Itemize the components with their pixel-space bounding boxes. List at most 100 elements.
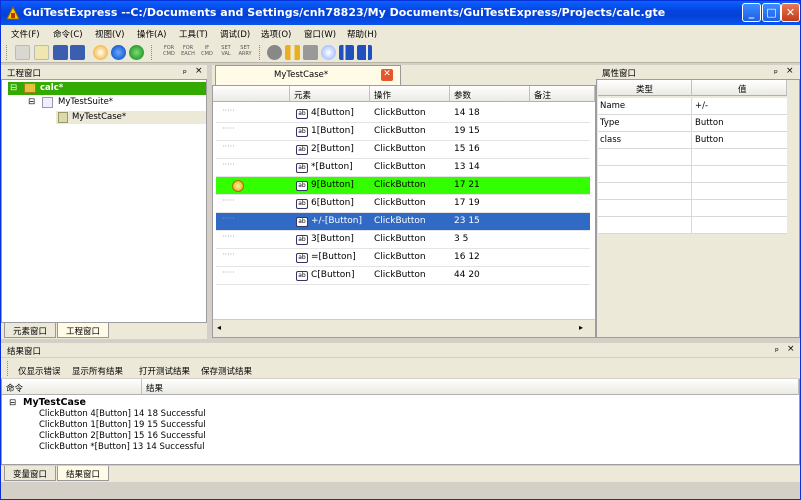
title-bar[interactable]: GuiTestExpress --C:/Documents and Settin…: [1, 1, 800, 25]
tree-line: ·····: [222, 232, 235, 241]
tree-suite[interactable]: MyTestSuite*: [58, 97, 113, 107]
tree-case[interactable]: MyTestCase*: [72, 112, 126, 122]
save-icon[interactable]: [53, 45, 68, 60]
tree-root[interactable]: calc*: [40, 83, 63, 93]
new-icon[interactable]: [15, 45, 30, 60]
row-params: 44 20: [454, 270, 480, 280]
step-end-icon[interactable]: [357, 45, 372, 60]
property-value[interactable]: Button: [695, 118, 723, 128]
menu-file[interactable]: 文件(F): [11, 28, 40, 40]
horizontal-scrollbar[interactable]: ◂ ▸: [213, 319, 595, 337]
button-element-icon: ab: [296, 199, 308, 209]
toolbar-grip[interactable]: [7, 361, 10, 376]
debug-icon[interactable]: [267, 45, 282, 60]
close-icon[interactable]: ×: [787, 344, 795, 354]
tree-collapse-icon[interactable]: ⊟: [10, 83, 17, 93]
only-errors-button[interactable]: 仅显示错误: [18, 365, 61, 377]
tab-elements[interactable]: 元素窗口: [4, 323, 57, 338]
open-results-button[interactable]: 打开测试结果: [139, 365, 190, 377]
menu-command[interactable]: 命令(C): [53, 28, 83, 40]
result-line[interactable]: ClickButton 1[Button] 19 15 Successful: [39, 420, 206, 430]
tree-line: ·····: [222, 106, 235, 115]
result-line[interactable]: ClickButton 4[Button] 14 18 Successful: [39, 409, 206, 419]
menu-window[interactable]: 窗口(W): [304, 28, 336, 40]
table-row[interactable]: ····· ab 1[Button] ClickButton 19 15: [216, 123, 590, 141]
table-row[interactable]: ····· ab C[Button] ClickButton 44 20: [216, 267, 590, 285]
step-icon[interactable]: [321, 45, 336, 60]
property-row[interactable]: [598, 217, 787, 234]
table-row[interactable]: ····· ab =[Button] ClickButton 16 12: [216, 249, 590, 267]
step-over-icon[interactable]: [339, 45, 354, 60]
set-arry-button[interactable]: SET ARRY: [237, 45, 253, 57]
button-element-icon: ab: [296, 235, 308, 245]
run-icon[interactable]: [129, 45, 144, 60]
col-notes[interactable]: 备注: [530, 86, 595, 102]
editor-tab[interactable]: MyTestCase* ✕: [215, 65, 401, 85]
result-group[interactable]: MyTestCase: [23, 397, 86, 408]
close-icon[interactable]: ×: [195, 66, 203, 76]
if-cmd-button[interactable]: IF CMD: [199, 45, 215, 57]
col-element[interactable]: 元素: [290, 86, 370, 102]
menu-action[interactable]: 操作(A): [137, 28, 166, 40]
pin-icon[interactable]: ₚ: [183, 66, 187, 76]
property-row[interactable]: class Button: [598, 132, 787, 149]
toolbar-grip[interactable]: [6, 45, 9, 60]
pin-icon[interactable]: ₚ: [774, 66, 778, 76]
close-icon[interactable]: ×: [786, 66, 794, 76]
col-params[interactable]: 参数: [450, 86, 530, 102]
pause-icon[interactable]: [285, 45, 300, 60]
save-results-button[interactable]: 保存测试结果: [201, 365, 252, 377]
stop-icon[interactable]: [303, 45, 318, 60]
property-row[interactable]: Type Button: [598, 115, 787, 132]
col-action[interactable]: 操作: [370, 86, 450, 102]
tab-variables[interactable]: 变量窗口: [4, 466, 57, 481]
breakpoint-icon[interactable]: [232, 180, 244, 192]
toolbar-grip-2[interactable]: [151, 45, 154, 60]
close-button[interactable]: ✕: [781, 3, 800, 22]
for-each-button[interactable]: FOR EACH: [180, 45, 196, 57]
table-row[interactable]: ····· ab 6[Button] ClickButton 17 19: [216, 195, 590, 213]
table-row[interactable]: ····· ab *[Button] ClickButton 13 14: [216, 159, 590, 177]
menu-tools[interactable]: 工具(T): [179, 28, 208, 40]
open-icon[interactable]: [34, 45, 49, 60]
scroll-left-icon[interactable]: ◂: [217, 323, 221, 332]
toolbar-grip-3[interactable]: [259, 45, 262, 60]
col-result[interactable]: 结果: [142, 379, 799, 395]
table-row[interactable]: ····· ab +/-[Button] ClickButton 23 15: [216, 213, 590, 231]
set-val-button[interactable]: SET VAL: [218, 45, 234, 57]
property-row[interactable]: [598, 183, 787, 200]
minimize-button[interactable]: _: [742, 3, 761, 22]
set-val-line2: VAL: [221, 51, 231, 57]
show-all-button[interactable]: 显示所有结果: [72, 365, 123, 377]
property-value[interactable]: +/-: [695, 101, 708, 111]
result-line[interactable]: ClickButton *[Button] 13 14 Successful: [39, 442, 204, 452]
for-cmd-button[interactable]: FOR CMD: [161, 45, 177, 57]
tab-results[interactable]: 结果窗口: [57, 466, 110, 481]
menu-help[interactable]: 帮助(H): [347, 28, 377, 40]
result-collapse-icon[interactable]: ⊟: [9, 398, 16, 408]
tab-project[interactable]: 工程窗口: [57, 323, 110, 338]
property-row[interactable]: [598, 149, 787, 166]
property-value[interactable]: Button: [695, 135, 723, 145]
scroll-right-icon[interactable]: ▸: [579, 323, 583, 332]
record-icon[interactable]: [93, 45, 108, 60]
table-row[interactable]: ····· ab 3[Button] ClickButton 3 5: [216, 231, 590, 249]
property-row[interactable]: [598, 166, 787, 183]
col-command[interactable]: 命令: [2, 379, 142, 395]
tab-close-icon[interactable]: ✕: [381, 69, 393, 81]
table-row[interactable]: ····· ab 2[Button] ClickButton 15 16: [216, 141, 590, 159]
result-line[interactable]: ClickButton 2[Button] 15 16 Successful: [39, 431, 206, 441]
play-icon[interactable]: [111, 45, 126, 60]
property-row[interactable]: [598, 200, 787, 217]
tree-collapse-icon-2[interactable]: ⊟: [28, 97, 35, 107]
table-row[interactable]: ab 9[Button] ClickButton 17 21: [216, 177, 590, 195]
table-row[interactable]: ····· ab 4[Button] ClickButton 14 18: [216, 105, 590, 123]
menu-options[interactable]: 选项(O): [261, 28, 291, 40]
toolbar: FOR CMD FOR EACH IF CMD SET VAL SET ARRY: [1, 42, 800, 63]
menu-view[interactable]: 视图(V): [95, 28, 124, 40]
property-row[interactable]: Name +/-: [598, 98, 787, 115]
pin-icon[interactable]: ₚ: [775, 344, 779, 354]
save-all-icon[interactable]: [70, 45, 85, 60]
menu-debug[interactable]: 调试(D): [220, 28, 250, 40]
maximize-button[interactable]: □: [762, 3, 781, 22]
